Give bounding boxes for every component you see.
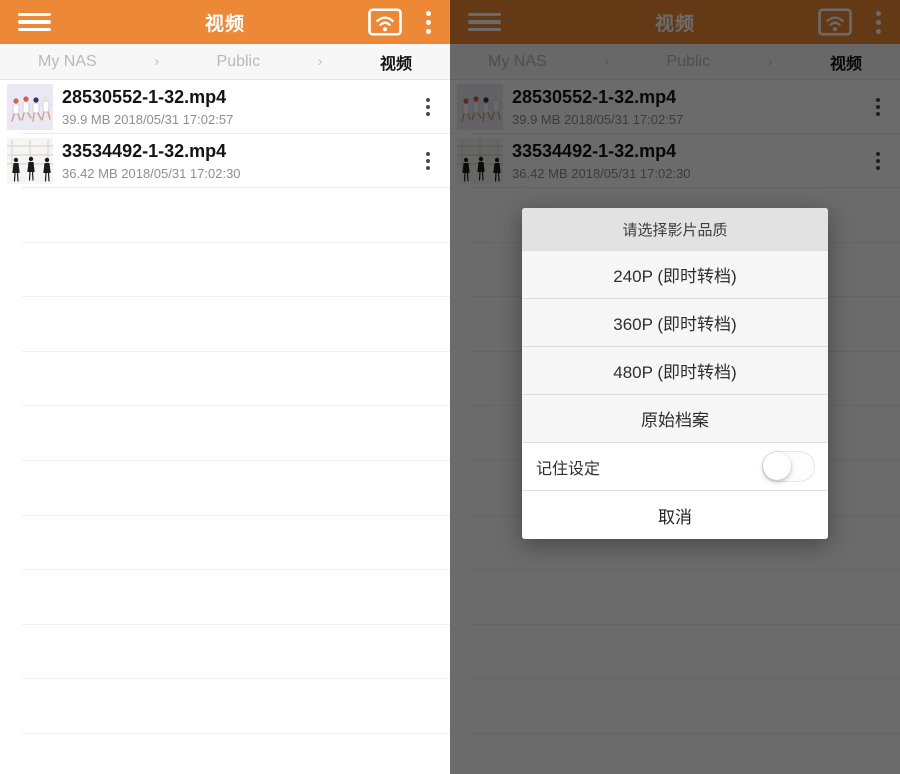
video-thumbnail: [7, 138, 53, 184]
quality-dialog: 请选择影片品质 240P (即时转档) 360P (即时转档) 480P (即时…: [522, 208, 828, 539]
file-list: 28530552-1-32.mp4 39.9 MB 2018/05/31 17:…: [0, 80, 450, 734]
chevron-right-icon: ›: [154, 53, 159, 70]
empty-list-row: [0, 570, 450, 625]
file-row[interactable]: 28530552-1-32.mp4 39.9 MB 2018/05/31 17:…: [0, 80, 450, 134]
empty-list-row: [0, 461, 450, 516]
kebab-menu-icon: [426, 152, 430, 156]
breadcrumb-public[interactable]: Public: [217, 53, 261, 71]
file-meta: 36.42 MB 2018/05/31 17:02:30: [62, 166, 406, 181]
quality-option-360p[interactable]: 360P (即时转档): [522, 298, 828, 346]
quality-option-480p[interactable]: 480P (即时转档): [522, 346, 828, 394]
remember-setting-label: 记住设定: [536, 455, 600, 479]
empty-list-row: [0, 352, 450, 407]
quality-option-original[interactable]: 原始档案: [522, 394, 828, 442]
empty-list-row: [0, 406, 450, 461]
empty-list-row: [0, 516, 450, 571]
cast-icon: [368, 8, 402, 36]
overflow-menu-button[interactable]: [408, 0, 448, 44]
file-options-button[interactable]: [406, 134, 450, 188]
remember-setting-toggle[interactable]: [762, 451, 815, 482]
toggle-knob: [763, 452, 791, 480]
dialog-title: 请选择影片品质: [522, 208, 828, 250]
screen-file-browser-dimmed: 视频 My NAS › Public › 视频: [450, 0, 900, 774]
empty-list-row: [0, 243, 450, 298]
kebab-menu-icon: [426, 11, 431, 16]
file-name: 33534492-1-32.mp4: [62, 141, 406, 163]
video-thumbnail: [7, 84, 53, 130]
cast-button[interactable]: [362, 0, 408, 44]
file-options-button[interactable]: [406, 80, 450, 134]
chevron-right-icon: ›: [318, 53, 323, 70]
breadcrumb-current: 视频: [380, 50, 412, 74]
empty-list-row: [0, 297, 450, 352]
empty-list-row: [0, 679, 450, 734]
hamburger-icon: [18, 13, 51, 17]
file-meta: 39.9 MB 2018/05/31 17:02:57: [62, 112, 406, 127]
empty-list-row: [0, 188, 450, 243]
quality-option-240p[interactable]: 240P (即时转档): [522, 250, 828, 298]
app-header: 视频: [0, 0, 450, 44]
hamburger-menu-button[interactable]: [4, 0, 64, 44]
file-name: 28530552-1-32.mp4: [62, 87, 406, 109]
remember-setting-row: 记住设定: [522, 442, 828, 490]
breadcrumb: My NAS › Public › 视频: [0, 44, 450, 80]
cancel-button[interactable]: 取消: [522, 490, 828, 539]
empty-list-row: [0, 625, 450, 680]
screen-file-browser: 视频 My NAS › Public › 视频: [0, 0, 450, 774]
kebab-menu-icon: [426, 98, 430, 102]
file-row[interactable]: 33534492-1-32.mp4 36.42 MB 2018/05/31 17…: [0, 134, 450, 188]
breadcrumb-my-nas[interactable]: My NAS: [38, 53, 97, 71]
